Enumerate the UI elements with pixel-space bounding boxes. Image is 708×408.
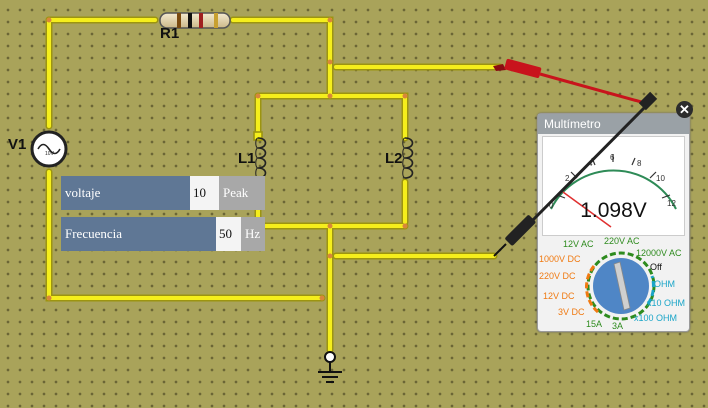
dial-3v-dc[interactable]: 3V DC <box>558 307 585 317</box>
dial-x10-ohm[interactable]: x10 OHM <box>647 298 685 308</box>
inductor-l1[interactable] <box>253 131 267 179</box>
dial-3a[interactable]: 3A <box>612 321 623 331</box>
dial-220v-ac[interactable]: 220V AC <box>604 236 640 246</box>
dial-220v-dc[interactable]: 220V DC <box>539 271 576 281</box>
voltage-unit[interactable]: Peak <box>219 176 265 210</box>
frequency-unit[interactable]: Hz <box>241 217 265 251</box>
close-icon[interactable]: ✕ <box>676 101 693 118</box>
inductor-l2[interactable] <box>402 137 414 179</box>
voltage-row: voltaje 10 Peak <box>61 176 265 210</box>
frequency-value-input[interactable]: 50 <box>216 217 241 251</box>
inductor-l1-label: L1 <box>238 150 256 167</box>
dial-x100-ohm[interactable]: x100 OHM <box>634 313 677 323</box>
ground-icon <box>318 351 342 383</box>
scale-tick-6: 6 <box>610 153 615 162</box>
voltage-label: voltaje <box>61 176 129 210</box>
source-label: V1 <box>8 136 27 153</box>
dial-1000v-dc[interactable]: 1000V DC <box>539 254 581 264</box>
scale-tick-2: 2 <box>565 174 570 183</box>
scale-tick-10: 10 <box>656 174 665 183</box>
scale-tick-8: 8 <box>637 159 642 168</box>
multimeter-window[interactable]: Multímetro 0 2 4 6 8 10 12 1.098V 12V AC… <box>537 113 690 332</box>
source-properties-panel: voltaje 10 Peak Frecuencia 50 Hz <box>61 176 265 251</box>
dial-ohm[interactable]: OHM <box>654 279 675 289</box>
dial-12v-ac[interactable]: 12V AC <box>563 239 594 249</box>
svg-text:10V: 10V <box>45 151 55 157</box>
scale-tick-4: 4 <box>588 159 593 168</box>
wire <box>256 94 407 140</box>
multimeter-title: Multímetro <box>538 114 689 134</box>
resistor-label: R1 <box>160 25 180 42</box>
dial-off[interactable]: Off <box>650 262 662 272</box>
frequency-row: Frecuencia 50 Hz <box>61 217 265 251</box>
dial-12v-dc[interactable]: 12V DC <box>543 291 575 301</box>
multimeter-reading: 1.098V <box>580 199 647 222</box>
ac-source[interactable]: 10V <box>30 130 68 168</box>
wire <box>231 18 332 64</box>
dial-15a[interactable]: 15A <box>586 319 602 329</box>
dial-12000v-ac[interactable]: 12000V AC <box>636 248 682 258</box>
inductor-l2-label: L2 <box>385 150 403 167</box>
voltage-value-input[interactable]: 10 <box>190 176 219 210</box>
frequency-label: Frecuencia <box>61 217 153 251</box>
